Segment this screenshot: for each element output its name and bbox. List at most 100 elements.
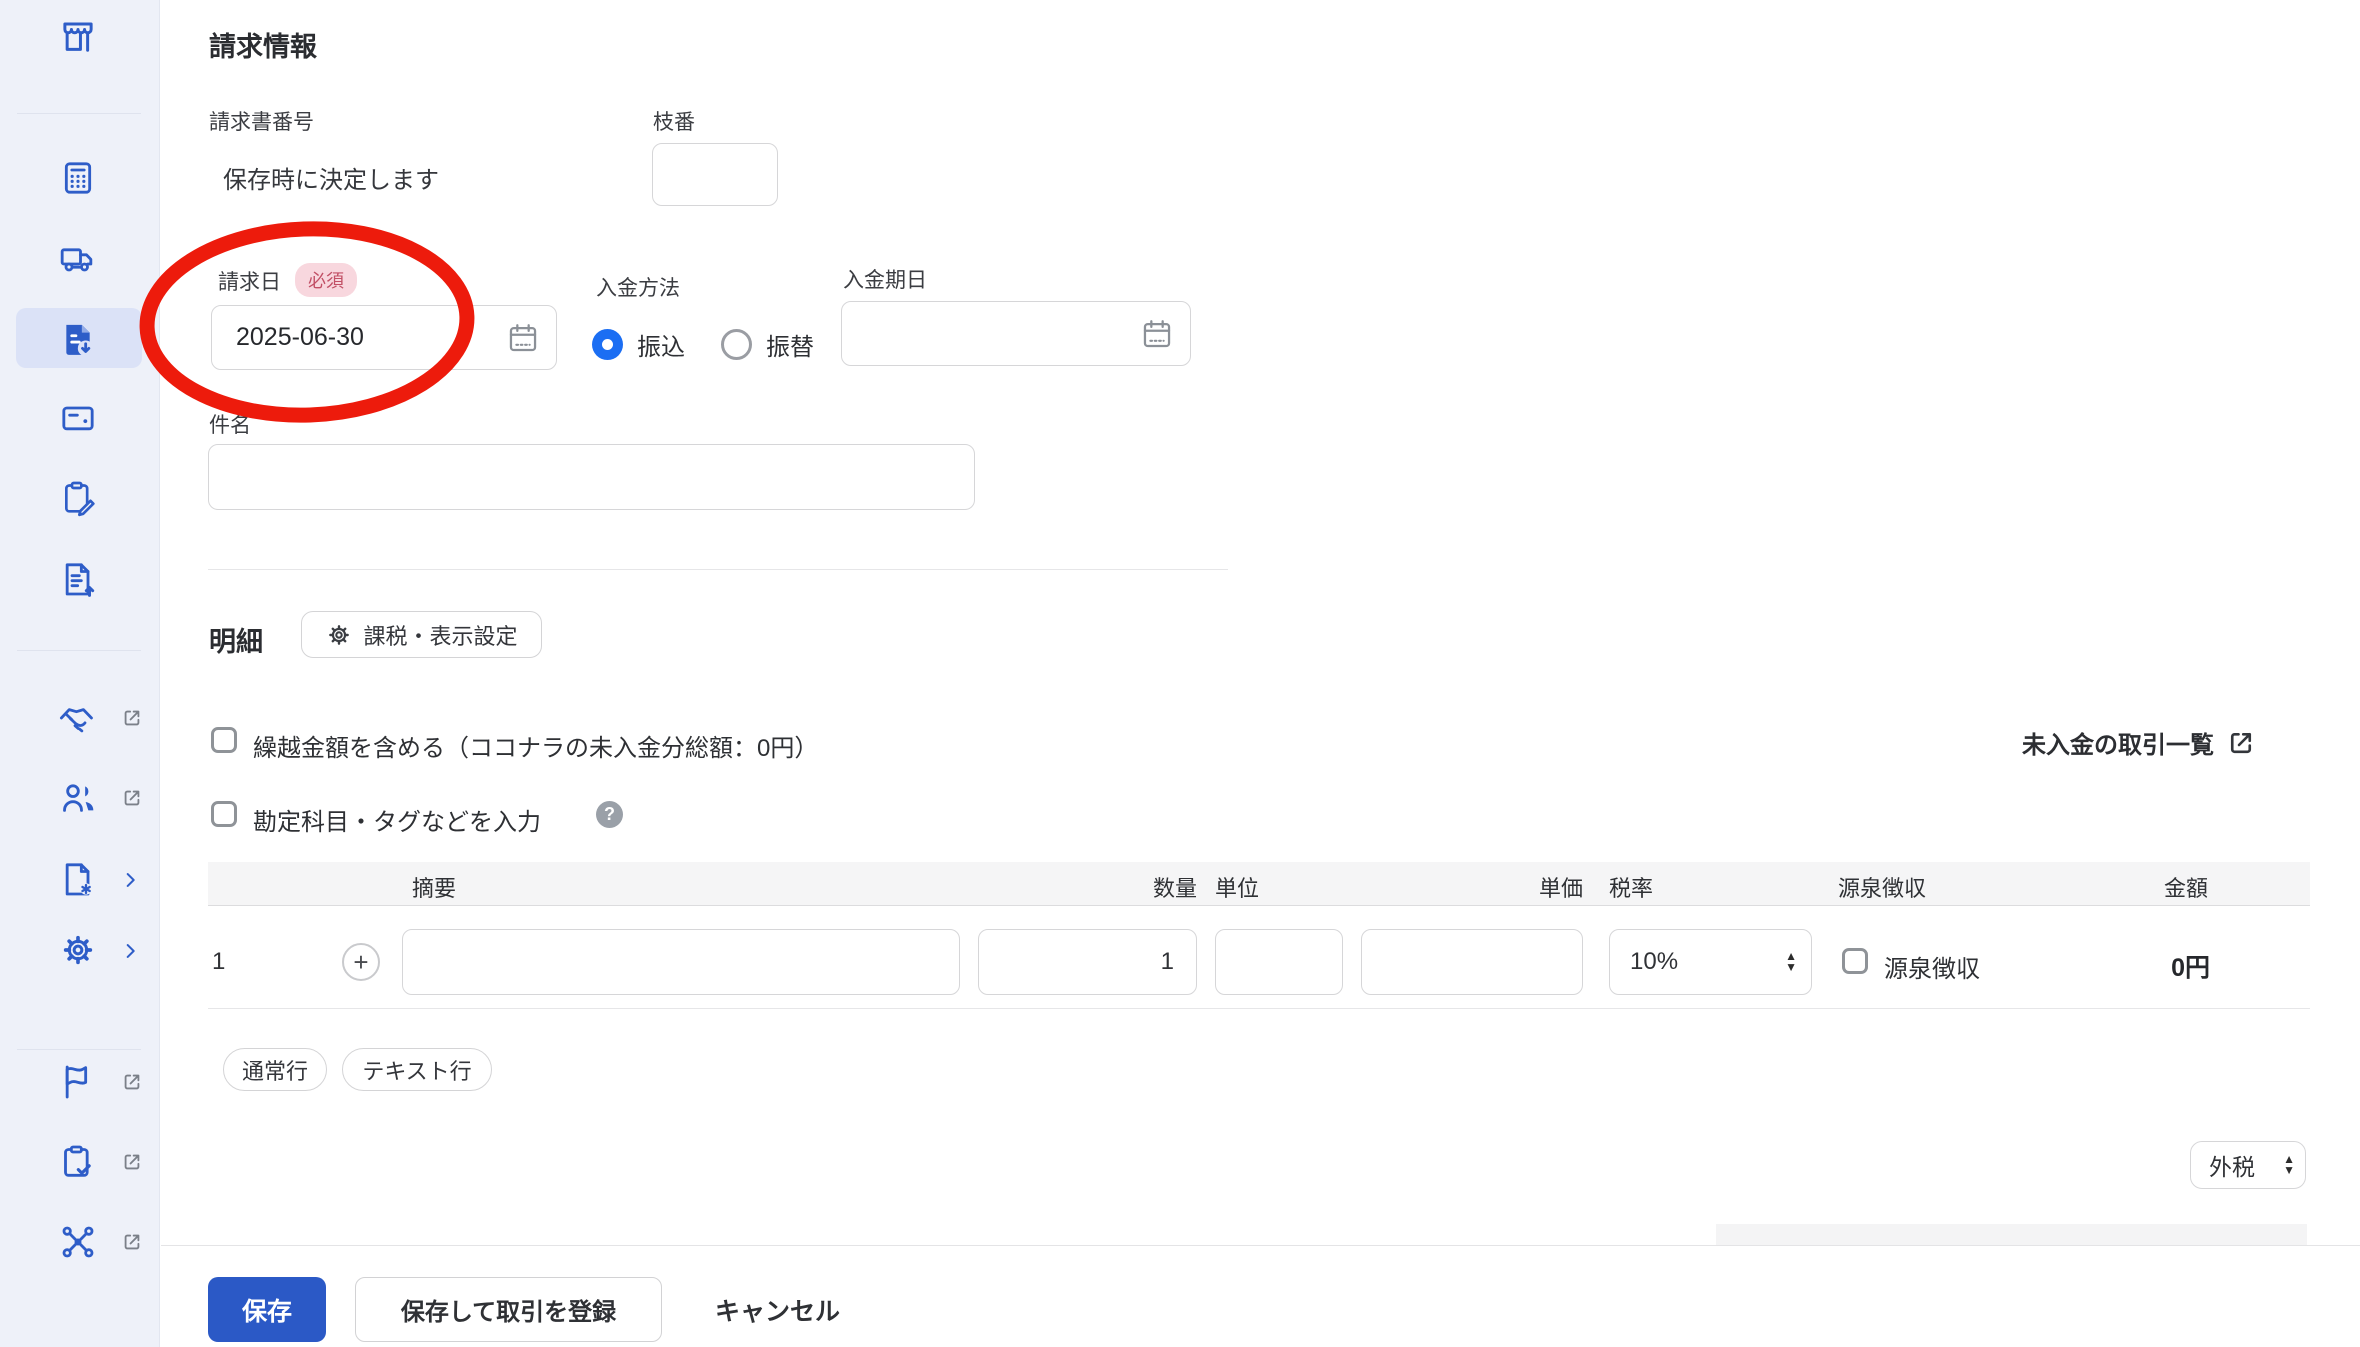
clipboard-check-icon bbox=[58, 1142, 98, 1187]
sidebar-item-partners[interactable] bbox=[56, 698, 100, 742]
sidebar-item-truck[interactable] bbox=[56, 239, 100, 283]
tax-display-settings-button[interactable]: 課税・表示設定 bbox=[301, 611, 542, 658]
sidebar-item-card[interactable] bbox=[56, 398, 100, 442]
payment-method-label: 入金方法 bbox=[596, 272, 680, 302]
invoice-number-value: 保存時に決定します bbox=[223, 160, 439, 195]
withholding-checkbox[interactable] bbox=[1842, 948, 1868, 974]
sidebar-divider bbox=[17, 1049, 141, 1050]
radio-furikomi-label[interactable]: 振込 bbox=[637, 327, 685, 362]
page-title: 請求情報 bbox=[209, 25, 317, 64]
col-header-unit-price: 単価 bbox=[1490, 871, 1583, 903]
external-link-icon bbox=[121, 787, 143, 809]
save-and-register-button[interactable]: 保存して取引を登録 bbox=[355, 1277, 662, 1342]
details-title: 明細 bbox=[209, 620, 263, 659]
storefront-icon bbox=[57, 17, 99, 64]
sidebar-item-members[interactable] bbox=[56, 778, 100, 822]
col-header-unit: 単位 bbox=[1215, 871, 1259, 903]
document-download-icon bbox=[58, 319, 98, 364]
sidebar-item-flag[interactable] bbox=[56, 1062, 100, 1106]
carryover-checkbox[interactable] bbox=[211, 727, 237, 753]
calendar-icon[interactable] bbox=[506, 321, 556, 355]
unpaid-transactions-link-label: 未入金の取引一覧 bbox=[2022, 725, 2214, 760]
tax-mode-select[interactable]: 外税 ▲▼ bbox=[2190, 1141, 2306, 1189]
payment-method-radios: 振込 振替 bbox=[592, 327, 814, 362]
add-text-row-button[interactable]: テキスト行 bbox=[342, 1048, 492, 1091]
external-link-icon bbox=[121, 1231, 143, 1253]
sidebar-item-document-settings[interactable] bbox=[56, 859, 100, 903]
description-input[interactable] bbox=[402, 929, 960, 995]
sidebar-divider bbox=[17, 113, 141, 114]
calculator-icon bbox=[58, 158, 98, 203]
invoice-form-page: 請求情報 請求書番号 保存時に決定します 枝番 請求日必須 2025-06-30… bbox=[0, 0, 2360, 1347]
chevron-right-icon bbox=[119, 940, 141, 962]
radio-furikae[interactable] bbox=[721, 329, 752, 360]
required-badge: 必須 bbox=[295, 263, 357, 297]
invoice-date-label: 請求日 bbox=[218, 271, 281, 294]
gear-icon bbox=[58, 930, 98, 975]
sidebar bbox=[0, 0, 160, 1347]
cancel-button[interactable]: キャンセル bbox=[715, 1277, 840, 1342]
invoice-date-input[interactable]: 2025-06-30 bbox=[211, 305, 557, 370]
tax-display-settings-label: 課税・表示設定 bbox=[363, 619, 517, 651]
account-items-checkbox[interactable] bbox=[211, 801, 237, 827]
help-icon[interactable]: ? bbox=[596, 801, 623, 828]
section-divider bbox=[208, 569, 1228, 570]
withholding-label[interactable]: 源泉徴収 bbox=[1884, 949, 1980, 984]
quantity-input[interactable]: 1 bbox=[978, 929, 1197, 995]
sidebar-item-invoice-selected[interactable] bbox=[56, 319, 100, 363]
bottom-action-bar: 保存 保存して取引を登録 キャンセル bbox=[161, 1245, 2360, 1347]
sidebar-divider bbox=[17, 650, 141, 651]
unit-price-input[interactable] bbox=[1361, 929, 1583, 995]
sidebar-item-calculator[interactable] bbox=[56, 158, 100, 202]
carryover-checkbox-label[interactable]: 繰越金額を含める（ココナラの未入金分総額：0円） bbox=[253, 728, 818, 763]
chevron-right-icon bbox=[119, 869, 141, 891]
truck-icon bbox=[58, 239, 98, 284]
row-divider bbox=[208, 1008, 2310, 1009]
sidebar-item-document-upload[interactable] bbox=[56, 559, 100, 603]
document-upload-icon bbox=[58, 559, 98, 604]
network-nodes-icon bbox=[58, 1222, 98, 1267]
col-header-tax-rate: 税率 bbox=[1609, 871, 1653, 903]
subject-label: 件名 bbox=[209, 409, 251, 439]
card-icon bbox=[58, 398, 98, 443]
external-link-icon bbox=[2226, 728, 2256, 758]
radio-furikae-label[interactable]: 振替 bbox=[766, 327, 814, 362]
tax-rate-select[interactable]: 10% ▲▼ bbox=[1609, 929, 1812, 995]
people-icon bbox=[58, 778, 98, 823]
unpaid-transactions-link[interactable]: 未入金の取引一覧 bbox=[2022, 725, 2256, 760]
add-line-button[interactable]: + bbox=[342, 943, 380, 981]
subject-input[interactable] bbox=[208, 444, 975, 510]
col-header-withholding: 源泉徴収 bbox=[1838, 871, 1926, 903]
sidebar-item-settings[interactable] bbox=[56, 930, 100, 974]
radio-furikomi-selected[interactable] bbox=[592, 329, 623, 360]
select-arrows-icon: ▲▼ bbox=[1785, 951, 1811, 973]
row-index: 1 bbox=[212, 948, 225, 976]
flag-icon bbox=[58, 1062, 98, 1107]
sidebar-item-clipboard-check[interactable] bbox=[56, 1142, 100, 1186]
invoice-date-label-row: 請求日必須 bbox=[218, 263, 357, 297]
branch-input[interactable] bbox=[652, 143, 778, 206]
due-date-input[interactable] bbox=[841, 301, 1191, 366]
external-link-icon bbox=[121, 707, 143, 729]
document-gear-icon bbox=[58, 859, 98, 904]
handshake-icon bbox=[57, 697, 99, 744]
gear-small-icon bbox=[325, 621, 353, 649]
add-normal-row-button[interactable]: 通常行 bbox=[223, 1048, 327, 1091]
col-header-quantity: 数量 bbox=[1100, 871, 1197, 903]
due-date-label: 入金期日 bbox=[843, 264, 927, 294]
amount-value: 0円 bbox=[2100, 948, 2210, 984]
account-items-checkbox-label[interactable]: 勘定科目・タグなどを入力 bbox=[253, 802, 541, 837]
col-header-description: 摘要 bbox=[412, 871, 456, 903]
sidebar-item-integrations[interactable] bbox=[56, 1222, 100, 1266]
external-link-icon bbox=[121, 1071, 143, 1093]
branch-label: 枝番 bbox=[653, 106, 695, 136]
sidebar-item-clipboard-edit[interactable] bbox=[56, 478, 100, 522]
clipboard-pencil-icon bbox=[58, 478, 98, 523]
calendar-icon[interactable] bbox=[1140, 317, 1190, 351]
external-link-icon bbox=[121, 1151, 143, 1173]
unit-input[interactable] bbox=[1215, 929, 1343, 995]
invoice-number-label: 請求書番号 bbox=[209, 106, 314, 136]
invoice-date-value: 2025-06-30 bbox=[212, 323, 364, 352]
save-button[interactable]: 保存 bbox=[208, 1277, 326, 1342]
sidebar-item-store[interactable] bbox=[56, 18, 100, 62]
